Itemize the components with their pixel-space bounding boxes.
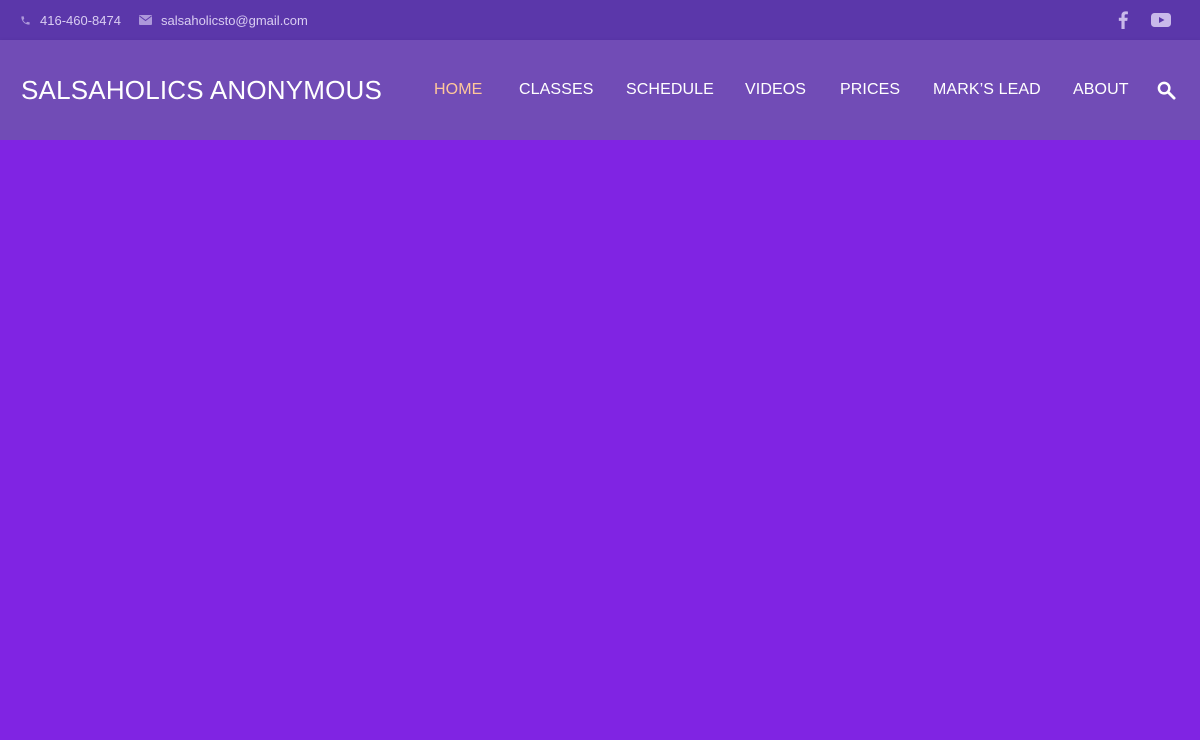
phone-number: 416-460-8474: [40, 12, 121, 28]
email-address: salsaholicsto@gmail.com: [161, 12, 308, 28]
nav-schedule[interactable]: SCHEDULE: [626, 40, 714, 140]
envelope-icon: [139, 15, 152, 25]
main-navbar: SALSAHOLICS ANONYMOUS HOME CLASSES SCHED…: [0, 40, 1200, 140]
nav-marks-lead[interactable]: MARK’S LEAD: [933, 40, 1041, 140]
search-button[interactable]: [1157, 40, 1176, 140]
hero-banner: [0, 140, 1200, 740]
nav-prices[interactable]: PRICES: [840, 40, 900, 140]
top-info-bar: 416-460-8474 salsaholicsto@gmail.com: [0, 0, 1200, 40]
facebook-icon: [1117, 11, 1129, 29]
nav-about[interactable]: ABOUT: [1073, 40, 1129, 140]
nav-classes[interactable]: CLASSES: [519, 40, 594, 140]
youtube-icon: [1151, 13, 1171, 27]
nav-videos[interactable]: VIDEOS: [745, 40, 806, 140]
site-title[interactable]: SALSAHOLICS ANONYMOUS: [21, 40, 382, 140]
facebook-link[interactable]: [1117, 0, 1129, 40]
youtube-link[interactable]: [1151, 0, 1171, 40]
email-contact[interactable]: salsaholicsto@gmail.com: [139, 0, 308, 40]
phone-icon: [20, 15, 31, 26]
phone-contact[interactable]: 416-460-8474: [20, 0, 121, 40]
nav-home[interactable]: HOME: [434, 40, 482, 140]
search-icon: [1157, 81, 1176, 100]
